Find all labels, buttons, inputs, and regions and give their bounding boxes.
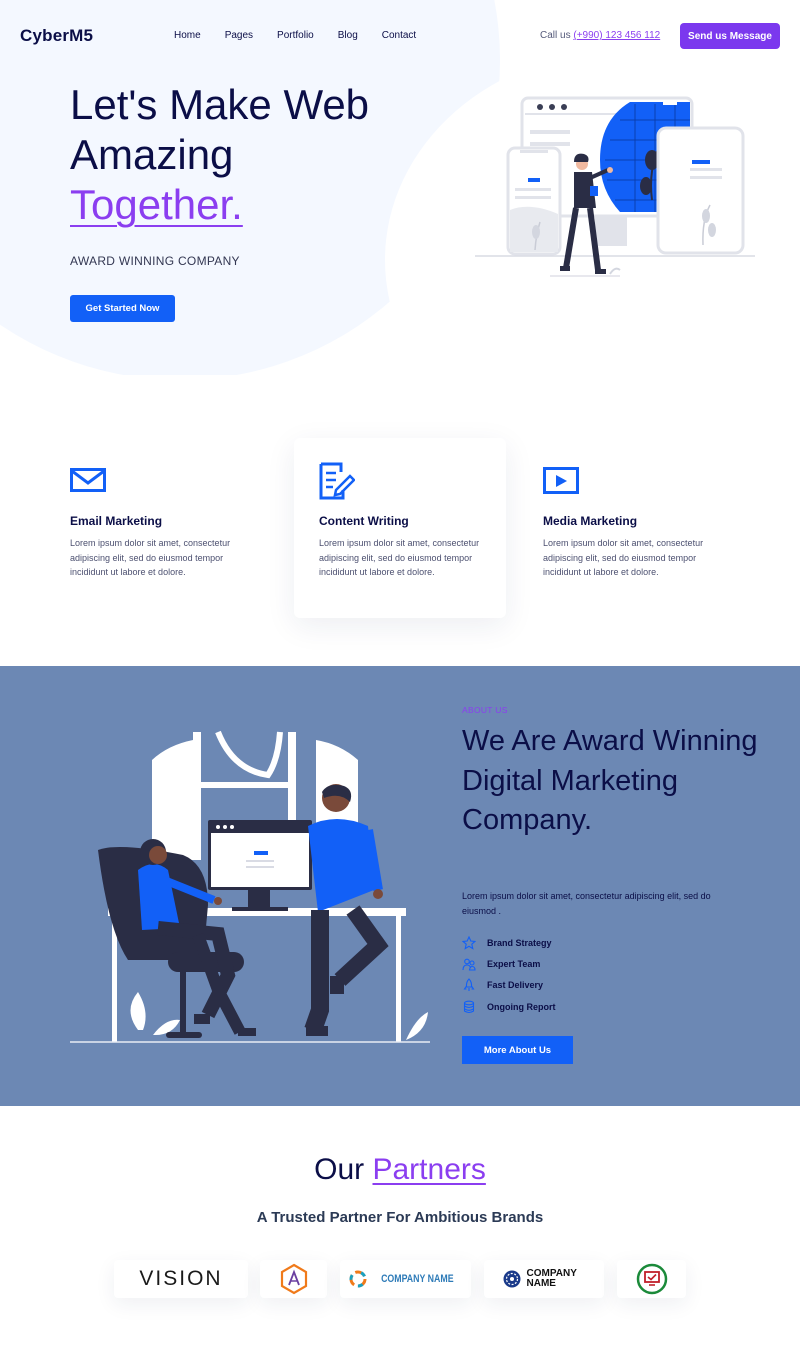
nav-pages[interactable]: Pages: [225, 30, 253, 41]
nav-blog[interactable]: Blog: [338, 30, 358, 41]
about-illustration: [70, 730, 430, 1043]
about-kicker: ABOUT US: [462, 705, 508, 715]
hero-illustration: [475, 96, 755, 277]
service-text: Lorem ipsum dolor sit amet, consectetur …: [543, 538, 704, 577]
database-icon: [463, 1000, 475, 1014]
call-us-label: Call us: [540, 30, 571, 41]
partner-logo-vision[interactable]: VISION: [114, 1260, 248, 1298]
partner-logo-hexagon[interactable]: [260, 1260, 327, 1298]
nav-home[interactable]: Home: [174, 30, 201, 41]
feature-item: Ongoing Report: [462, 1000, 556, 1014]
partners-subtitle: A Trusted Partner For Ambitious Brands: [256, 1209, 544, 1226]
service-title: Email Marketing: [70, 514, 163, 528]
feature-item: Expert Team: [462, 957, 540, 971]
envelope-icon: [70, 450, 270, 492]
edit-document-icon: [319, 450, 519, 500]
service-media-marketing[interactable]: Media Marketing Lorem ipsum dolor sit am…: [543, 450, 743, 580]
partners-title-accent: Partners: [372, 1153, 486, 1186]
feature-label: Expert Team: [487, 959, 541, 969]
feature-label: Ongoing Report: [487, 1002, 556, 1012]
ring-logo-icon: [349, 1270, 367, 1288]
more-about-button[interactable]: More About Us: [462, 1036, 573, 1064]
team-icon: [462, 958, 476, 971]
about-description: Lorem ipsum dolor sit amet, consectetur …: [462, 891, 711, 916]
hero-title-accent: Together.: [70, 181, 243, 228]
nav-portfolio[interactable]: Portfolio: [277, 30, 314, 41]
partners-title: Our Partners: [0, 1153, 800, 1187]
service-title: Content Writing: [319, 514, 409, 528]
hero-title-line1: Let's Make Web: [70, 81, 370, 128]
hero-subtitle: AWARD WINNING COMPANY: [70, 254, 240, 268]
service-text: Lorem ipsum dolor sit amet, consectetur …: [319, 538, 480, 577]
call-us: Call us (+990) 123 456 112: [540, 30, 660, 41]
site-logo[interactable]: CyberM5: [20, 26, 93, 46]
service-email-marketing[interactable]: Email Marketing Lorem ipsum dolor sit am…: [70, 450, 270, 580]
send-message-button[interactable]: Send us Message: [680, 23, 780, 49]
partners-title-plain: Our: [314, 1153, 365, 1186]
feature-item: Fast Delivery: [462, 978, 543, 992]
get-started-button[interactable]: Get Started Now: [70, 295, 175, 322]
rocket-icon: [463, 978, 475, 991]
vision-logo-text: VISION: [139, 1267, 223, 1290]
service-content-writing[interactable]: Content Writing Lorem ipsum dolor sit am…: [319, 450, 519, 580]
nav-contact[interactable]: Contact: [382, 30, 416, 41]
feature-label: Fast Delivery: [487, 980, 544, 990]
monitor-check-logo-icon: [636, 1263, 667, 1295]
service-text: Lorem ipsum dolor sit amet, consectetur …: [70, 538, 231, 577]
main-nav: Home Pages Portfolio Blog Contact: [174, 30, 440, 41]
star-icon: [462, 936, 476, 950]
company-logo-text: COMPANY NAME: [526, 1268, 577, 1289]
company-logo-text: COMPANY NAME: [381, 1273, 454, 1285]
feature-label: Brand Strategy: [487, 938, 552, 948]
hero-title-line2: Amazing: [70, 131, 234, 178]
hexagon-logo-icon: [280, 1263, 307, 1295]
globe-logo-icon: [503, 1270, 520, 1288]
service-title: Media Marketing: [543, 514, 638, 528]
feature-item: Brand Strategy: [462, 936, 552, 950]
partner-logo-monitor[interactable]: [617, 1260, 686, 1298]
hero-title: Let's Make Web Amazing Together.: [70, 80, 369, 230]
phone-link[interactable]: (+990) 123 456 112: [573, 30, 660, 41]
partner-logo-company-2[interactable]: COMPANY NAME: [484, 1260, 604, 1298]
about-title: We Are Award Winning Digital Marketing C…: [462, 725, 758, 836]
play-icon: [543, 450, 743, 494]
partner-logo-company-1[interactable]: COMPANY NAME: [340, 1260, 471, 1298]
